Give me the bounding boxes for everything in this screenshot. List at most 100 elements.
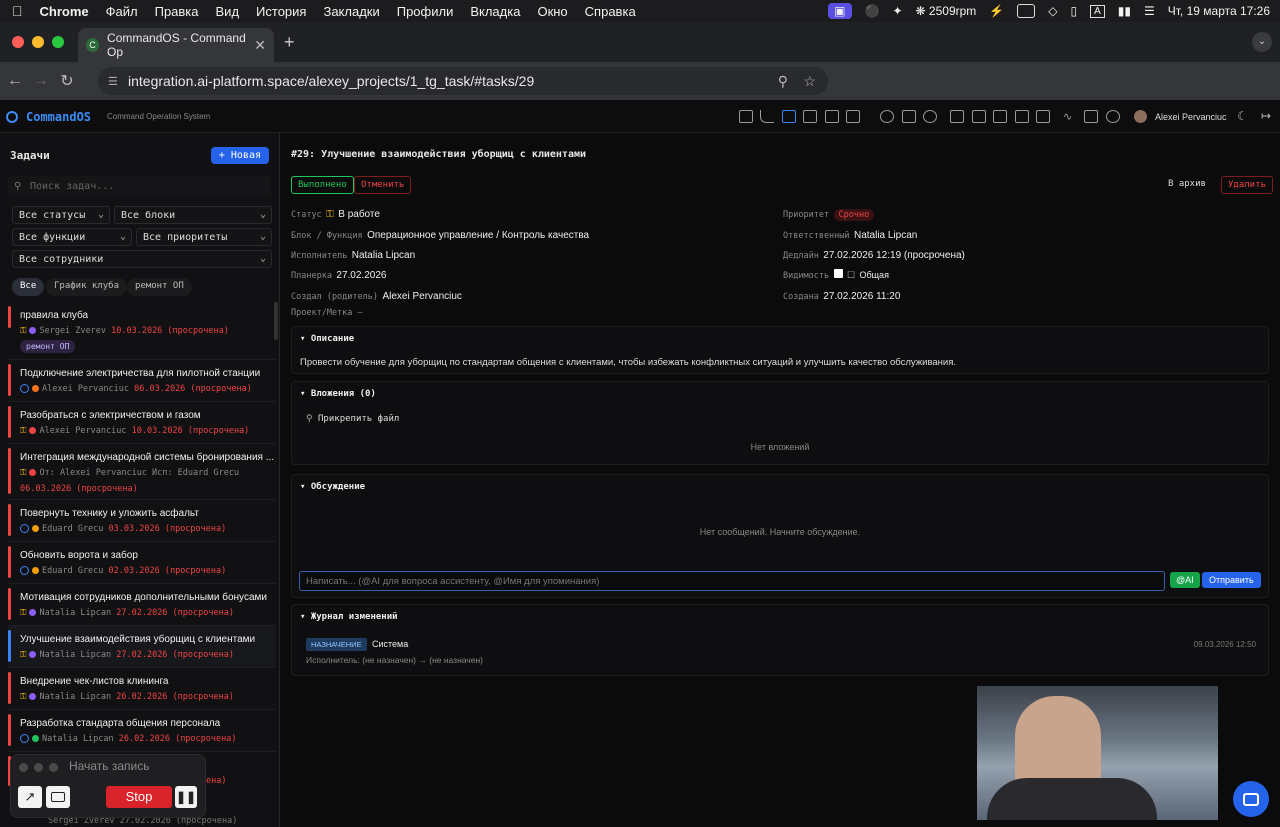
list-item[interactable]: Разработка стандарта общения персонала Na… — [8, 710, 276, 752]
battery-icon[interactable]: ▮▮ — [1118, 4, 1131, 18]
app-logo[interactable]: CommandOS Command Operation System — [0, 110, 210, 124]
list-item[interactable]: Мотивация сотрудников дополнительными бо… — [8, 584, 276, 626]
menubar-datetime[interactable]: Чт, 19 марта 17:26 — [1168, 4, 1270, 18]
filter-blocks-select[interactable]: Все блоки ⌄ — [114, 206, 272, 224]
menu-bookmarks[interactable]: Закладки — [323, 4, 379, 19]
mark-done-button[interactable]: Выполнено — [291, 176, 354, 194]
shield-status-icon[interactable]: ⚫ — [865, 4, 880, 18]
menu-file[interactable]: Файл — [106, 4, 138, 19]
menu-window[interactable]: Окно — [537, 4, 567, 19]
recorder-pause-button[interactable]: ❚❚ — [175, 786, 197, 808]
list-item[interactable]: Подключение электричества для пилотной с… — [8, 360, 276, 402]
users-icon[interactable] — [880, 110, 894, 123]
flow-icon[interactable] — [760, 110, 774, 123]
filter-priorities-select[interactable]: Все приоритеты ⌄ — [136, 228, 272, 246]
value-responsible[interactable]: Natalia Lipcan — [854, 230, 917, 241]
apple-icon[interactable]:  — [12, 3, 23, 19]
window-close-button[interactable] — [12, 36, 24, 48]
list-item[interactable]: Интеграция международной системы брониро… — [8, 444, 276, 500]
input-lang[interactable]: A — [1090, 4, 1105, 18]
attach-file-button[interactable]: ⚲ Прикрепить файл — [306, 414, 399, 424]
cancel-task-button[interactable]: Отменить — [354, 176, 412, 194]
list-item-selected[interactable]: Улучшение взаимодействия уборщиц с клиен… — [8, 626, 276, 668]
list-item[interactable]: Разобраться с электричеством и газом ⚿ Ale… — [8, 402, 276, 444]
value-planerka[interactable]: 27.02.2026 — [336, 270, 386, 281]
forward-icon[interactable]: → — [28, 72, 54, 90]
robot-icon[interactable] — [902, 110, 916, 123]
archive-icon[interactable] — [1015, 110, 1029, 123]
menu-view[interactable]: Вид — [216, 4, 240, 19]
recorder-pointer-icon[interactable]: ↗ — [18, 786, 42, 808]
bookmark-star-icon[interactable]: ☆ — [803, 73, 816, 90]
description-header[interactable]: ▾ Описание — [300, 334, 354, 344]
list-item[interactable]: Повернуть технику и уложить асфальт Eduar… — [8, 500, 276, 542]
changelog-header[interactable]: ▾ Журнал изменений — [300, 612, 398, 622]
chip-all[interactable]: Все — [12, 278, 45, 296]
window-minimize-button[interactable] — [32, 36, 44, 48]
new-task-button[interactable]: + Новая — [210, 147, 269, 164]
value-executor[interactable]: Natalia Lipcan — [352, 250, 415, 261]
menu-edit[interactable]: Правка — [155, 4, 199, 19]
tasks-icon[interactable] — [782, 110, 796, 123]
document-icon[interactable] — [846, 110, 860, 123]
menu-profiles[interactable]: Профили — [397, 4, 454, 19]
discussion-header[interactable]: ▾ Обсуждение — [300, 482, 365, 492]
filter-status-select[interactable]: Все статусы ⌄ — [12, 206, 110, 224]
address-bar[interactable]: ☰ integration.ai-platform.space/alexey_p… — [98, 67, 828, 95]
value-deadline[interactable]: 27.02.2026 12:19 (просрочена) — [823, 250, 965, 261]
menu-history[interactable]: История — [256, 4, 306, 19]
ai-button[interactable]: @AI — [1170, 572, 1200, 588]
value-status[interactable]: В работе — [338, 209, 380, 220]
menu-help[interactable]: Справка — [585, 4, 636, 19]
filter-functions-select[interactable]: Все функции ⌄ — [12, 228, 132, 246]
user-name[interactable]: Alexei Pervanciuc — [1155, 112, 1227, 122]
org-chart-icon[interactable] — [950, 110, 964, 123]
field-project[interactable]: Проект/Метка — — [291, 308, 363, 318]
value-block[interactable]: Операционное управление / Контроль качес… — [367, 230, 589, 241]
flask-icon[interactable] — [1084, 110, 1098, 123]
recorder-zoom-dot[interactable] — [49, 763, 58, 772]
chat-widget-button[interactable] — [1233, 781, 1269, 817]
priority-badge[interactable]: Срочно — [833, 209, 875, 221]
control-center-icon[interactable]: ☰ — [1144, 4, 1155, 18]
logout-icon[interactable]: ↦ — [1261, 109, 1271, 123]
new-tab-button[interactable]: + — [284, 32, 295, 53]
grid-view-icon[interactable] — [739, 110, 753, 123]
recorder-min-dot[interactable] — [34, 763, 43, 772]
cart-icon[interactable] — [803, 110, 817, 123]
theme-moon-icon[interactable]: ☾ — [1237, 109, 1248, 123]
window-zoom-button[interactable] — [52, 36, 64, 48]
display-icon[interactable] — [1017, 4, 1036, 18]
reload-icon[interactable]: ↻ — [54, 71, 80, 91]
tab-close-icon[interactable]: ✕ — [254, 37, 266, 54]
back-icon[interactable]: ← — [2, 72, 28, 90]
tab-search-chevron-icon[interactable]: ⌄ — [1252, 32, 1272, 52]
message-input[interactable]: Написать... (@AI для вопроса ассистенту,… — [299, 571, 1165, 591]
chip-club-schedule[interactable]: График клуба — [46, 278, 128, 296]
visibility-checkbox[interactable] — [833, 269, 843, 279]
feather-icon[interactable]: ✦ — [892, 4, 902, 18]
list-item[interactable]: правила клуба ⚿ Sergei Zverev 10.03.2026 … — [8, 302, 276, 360]
fan-rpm-indicator[interactable]: ❋ 2509rpm — [916, 4, 977, 18]
menu-app-name[interactable]: Chrome — [40, 4, 89, 19]
user-avatar[interactable] — [1134, 110, 1147, 123]
delete-button[interactable]: Удалить — [1221, 176, 1273, 194]
archive-button[interactable]: В архив — [1168, 179, 1206, 189]
chip-repair[interactable]: ремонт ОП — [127, 278, 192, 296]
list-item[interactable]: Обновить ворота и забор Eduard Grecu 02.0… — [8, 542, 276, 584]
task-search-input[interactable]: ⚲ Поиск задач... — [8, 176, 271, 196]
pill-icon[interactable]: ▯ — [1070, 4, 1077, 18]
team-icon[interactable] — [923, 110, 937, 123]
bolt-icon[interactable]: ⚡ — [989, 4, 1004, 18]
menu-tab[interactable]: Вкладка — [470, 4, 520, 19]
image-icon[interactable] — [1036, 110, 1050, 123]
recorder-stop-button[interactable]: Stop — [106, 786, 172, 808]
open-book-icon[interactable] — [993, 110, 1007, 123]
browser-tab-active[interactable]: C CommandOS - Command Op ✕ — [78, 28, 274, 62]
list-item[interactable]: Внедрение чек-листов клининга ⚿ Natalia Li… — [8, 668, 276, 710]
site-settings-icon[interactable]: ☰ — [108, 75, 118, 88]
layers-icon[interactable]: ◇ — [1048, 4, 1057, 18]
book-icon[interactable] — [972, 110, 986, 123]
calendar-icon[interactable] — [825, 110, 839, 123]
settings-gear-icon[interactable] — [1106, 110, 1120, 123]
